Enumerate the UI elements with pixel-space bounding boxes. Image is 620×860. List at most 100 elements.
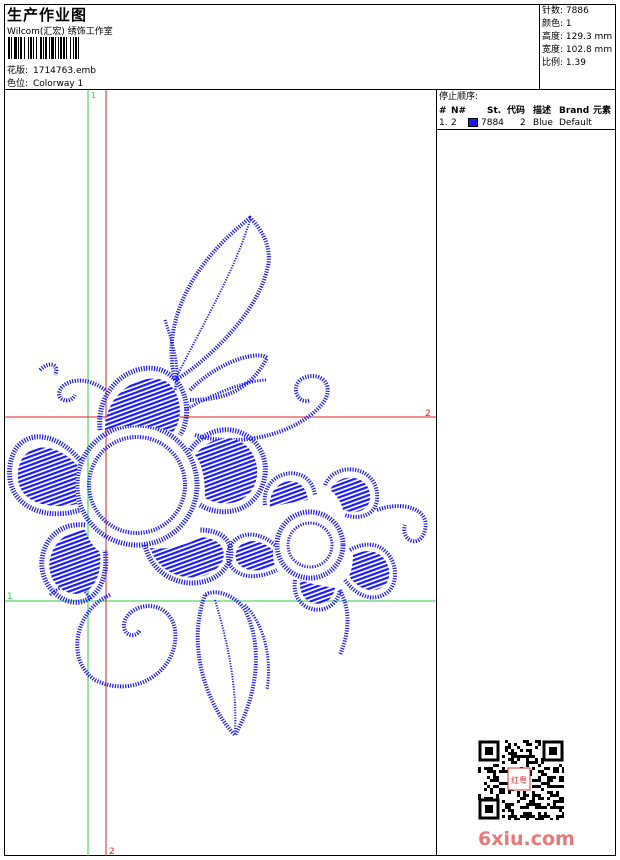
col-header: # <box>439 106 447 116</box>
qr-module <box>526 818 529 821</box>
qr-module <box>499 770 502 773</box>
qr-module <box>547 767 550 770</box>
qr-module <box>505 803 508 806</box>
qr-module <box>532 794 535 797</box>
qr-module <box>517 746 520 749</box>
qr-module <box>547 815 550 818</box>
qr-module <box>550 776 553 779</box>
qr-code-graphic: 红粤 <box>478 740 565 821</box>
qr-module <box>496 779 499 782</box>
qr-module <box>541 806 544 809</box>
production-worksheet: 生产作业图 Wilcom(汇宏) 绣饰工作室 花版: 1714763.emb 色位… <box>4 4 616 856</box>
qr-module <box>553 800 556 803</box>
colorway-value: Colorway 1 <box>33 79 84 89</box>
stat-label: 针数: <box>542 6 564 16</box>
qr-code: 红粤 <box>478 740 565 821</box>
qr-module <box>559 779 562 782</box>
qr-module <box>538 797 541 800</box>
qr-module <box>556 818 559 821</box>
main-flower-inner-ring <box>87 435 187 535</box>
qr-module <box>547 791 550 794</box>
petal-fill-left <box>17 447 78 507</box>
table-row: 1. 2 7884 2 Blue Default <box>437 117 615 130</box>
qr-module <box>487 785 490 788</box>
qr-module <box>514 818 517 821</box>
qr-module <box>487 770 490 773</box>
qr-module <box>553 785 556 788</box>
qr-module <box>559 815 562 818</box>
qr-module <box>529 803 532 806</box>
qr-module <box>526 812 529 815</box>
qr-module <box>523 806 526 809</box>
qr-module <box>535 818 538 821</box>
stat-label: 宽度: <box>542 45 564 55</box>
qr-module <box>511 758 514 761</box>
qr-module <box>520 815 523 818</box>
qr-module <box>526 764 529 767</box>
row-num: 1. <box>439 118 448 128</box>
stat-label: 高度: <box>542 32 564 42</box>
colorway-row: 色位: Colorway 1 <box>7 76 83 89</box>
col-header: Brand <box>559 106 590 116</box>
qr-module <box>556 785 559 788</box>
qr-module <box>508 752 511 755</box>
qr-module <box>562 812 565 815</box>
qr-module <box>526 794 529 797</box>
sequence-table-header: # N# St. 代码 描述 Brand 元素 <box>437 105 615 117</box>
stat-width: 宽度: 102.8 mm <box>540 44 616 57</box>
stats-panel: 针数: 7886 颜色: 1 高度: 129.3 mm 宽度: 102.8 mm… <box>539 5 616 89</box>
qr-module <box>538 770 541 773</box>
qr-module <box>559 800 562 803</box>
row-code: 2 <box>520 118 526 128</box>
qr-module <box>538 794 541 797</box>
qr-module <box>517 800 520 803</box>
qr-module <box>499 791 502 794</box>
stat-label: 颜色: <box>542 19 564 29</box>
qr-module <box>526 806 529 809</box>
design-canvas: 1 2 2 1 <box>5 90 437 856</box>
qr-module <box>535 794 538 797</box>
qr-stamp: 红粤 <box>511 775 527 785</box>
stat-label: 比例: <box>542 58 564 68</box>
qr-module <box>559 797 562 800</box>
leaf-bottom <box>195 590 258 739</box>
company-name: Wilcom(汇宏) 绣饰工作室 <box>7 27 113 37</box>
qr-module <box>544 773 547 776</box>
qr-module <box>532 785 535 788</box>
guide-label: 1 <box>7 592 13 602</box>
guide-label: 1 <box>91 91 96 100</box>
qr-module <box>526 749 529 752</box>
qr-module <box>562 770 565 773</box>
stat-value: 102.8 mm <box>565 45 613 55</box>
petal-fill-right <box>195 438 258 504</box>
qr-module <box>529 743 532 746</box>
qr-module <box>511 812 514 815</box>
qr-module <box>523 794 526 797</box>
qr-module <box>508 746 511 749</box>
qr-module <box>532 761 535 764</box>
qr-module <box>508 743 511 746</box>
qr-module <box>493 773 496 776</box>
qr-module <box>562 815 565 818</box>
stat-value: 1 <box>565 19 572 29</box>
qr-module <box>478 767 481 770</box>
qr-module <box>484 788 487 791</box>
page-title: 生产作业图 <box>7 6 88 24</box>
qr-module <box>550 779 553 782</box>
qr-module <box>553 767 556 770</box>
row-needle: 2 <box>451 118 457 128</box>
qr-module <box>541 761 544 764</box>
small-petal-fill-right <box>330 477 371 512</box>
qr-module <box>538 785 541 788</box>
qr-module <box>559 806 562 809</box>
qr-module <box>514 815 517 818</box>
row-stitches: 7884 <box>481 118 504 128</box>
qr-module <box>490 779 493 782</box>
qr-module <box>502 755 505 758</box>
qr-module <box>544 812 547 815</box>
qr-module <box>517 818 520 821</box>
qr-module <box>523 740 526 743</box>
col-header: St. <box>487 106 502 116</box>
qr-module <box>499 788 502 791</box>
qr-module <box>526 815 529 818</box>
